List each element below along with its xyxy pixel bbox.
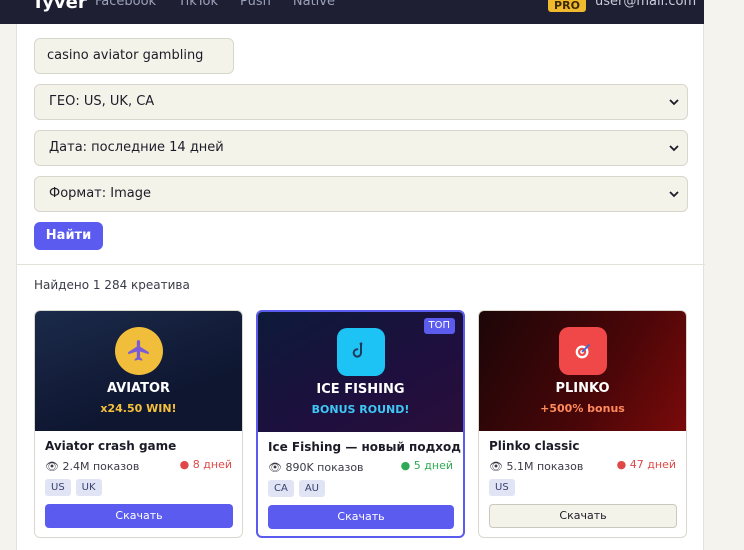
format-select[interactable]: Формат: Image: [34, 176, 688, 212]
dot-icon: ●: [400, 459, 411, 472]
results-count: Найдено 1 284 креатива: [34, 278, 190, 292]
geo-tag: US: [489, 479, 515, 496]
creative-card-aviator[interactable]: AVIATOR x24.50 WIN! Aviator crash game 👁…: [34, 310, 243, 538]
thumbnail-title: ICE FISHING: [316, 382, 405, 397]
geo-tags: CA AU: [268, 480, 325, 497]
geo-select[interactable]: ГЕО: US, UK, CA: [34, 84, 688, 120]
card-title: Plinko classic: [489, 439, 580, 453]
top-navbar: Tyver Facebook TikTok Push Native PRO us…: [0, 0, 704, 24]
views-count: 5.1M показов: [506, 460, 584, 473]
geo-tags: US UK: [45, 479, 102, 496]
brand-logo[interactable]: Tyver: [32, 0, 87, 13]
fishing-hook-icon: [336, 328, 385, 376]
nav-tab-facebook[interactable]: Facebook: [95, 0, 156, 9]
download-button[interactable]: Скачать: [268, 505, 454, 529]
user-email[interactable]: user@mail.com: [595, 0, 696, 9]
target-icon: [558, 327, 607, 375]
eye-icon: 👁: [489, 460, 503, 473]
age-label: 8 дней: [192, 458, 232, 471]
thumbnail-title: PLINKO: [555, 381, 610, 396]
geo-select-value: ГЕО: US, UK, CA: [49, 94, 155, 109]
dot-icon: ●: [616, 458, 627, 471]
card-title: Ice Fishing — новый подход: [268, 440, 461, 454]
age-stat: ● 8 дней: [180, 458, 232, 471]
card-title: Aviator crash game: [45, 439, 177, 453]
date-select-value: Дата: последние 14 дней: [49, 140, 224, 155]
search-button[interactable]: Найти: [34, 222, 103, 250]
eye-icon: 👁: [268, 461, 282, 474]
card-thumbnail[interactable]: ТОП ICE FISHING BONUS ROUND!: [258, 312, 463, 432]
nav-tab-native[interactable]: Native: [293, 0, 335, 9]
card-thumbnail[interactable]: AVIATOR x24.50 WIN!: [35, 311, 242, 431]
chevron-down-icon: [669, 145, 679, 152]
eye-icon: 👁: [45, 460, 59, 473]
geo-tag: CA: [268, 480, 294, 497]
chevron-down-icon: [669, 99, 679, 106]
age-stat: ● 47 дней: [617, 458, 676, 471]
thumbnail-title: AVIATOR: [106, 381, 171, 396]
card-thumbnail[interactable]: PLINKO +500% bonus: [479, 311, 686, 431]
geo-tag: AU: [298, 480, 325, 497]
views-count: 2.4M показов: [62, 460, 140, 473]
creative-card-ice-fishing[interactable]: ТОП ICE FISHING BONUS ROUND! Ice Fishing…: [256, 310, 465, 538]
creative-card-plinko[interactable]: PLINKO +500% bonus Plinko classic 👁 5.1M…: [478, 310, 687, 538]
views-stat: 👁 890K показов: [268, 461, 364, 474]
age-stat: ● 5 дней: [401, 459, 453, 472]
age-label: 5 дней: [413, 459, 453, 472]
thumbnail-subtitle: +500% bonus: [540, 402, 625, 415]
age-label: 47 дней: [629, 458, 676, 471]
divider: [17, 264, 705, 265]
dot-icon: ●: [179, 458, 190, 471]
pro-badge: PRO: [548, 0, 586, 12]
geo-tags: US: [489, 479, 515, 496]
geo-tag: US: [45, 479, 71, 496]
top-badge: ТОП: [423, 318, 455, 334]
airplane-icon: [114, 327, 163, 375]
download-button[interactable]: Скачать: [45, 504, 233, 528]
chevron-down-icon: [669, 191, 679, 198]
nav-tabs: Facebook TikTok Push Native: [95, 0, 335, 9]
nav-tab-tiktok[interactable]: TikTok: [178, 0, 218, 9]
views-stat: 👁 2.4M показов: [45, 460, 139, 473]
thumbnail-subtitle: BONUS ROUND!: [311, 403, 410, 416]
nav-tab-push[interactable]: Push: [240, 0, 271, 9]
format-select-value: Формат: Image: [49, 186, 151, 201]
search-input[interactable]: casino aviator gambling: [34, 38, 234, 74]
thumbnail-subtitle: x24.50 WIN!: [100, 402, 177, 415]
geo-tag: UK: [75, 479, 102, 496]
search-panel: casino aviator gambling ГЕО: US, UK, CA …: [16, 24, 705, 550]
views-count: 890K показов: [285, 461, 364, 474]
date-select[interactable]: Дата: последние 14 дней: [34, 130, 688, 166]
views-stat: 👁 5.1M показов: [489, 460, 583, 473]
download-button[interactable]: Скачать: [489, 504, 677, 528]
